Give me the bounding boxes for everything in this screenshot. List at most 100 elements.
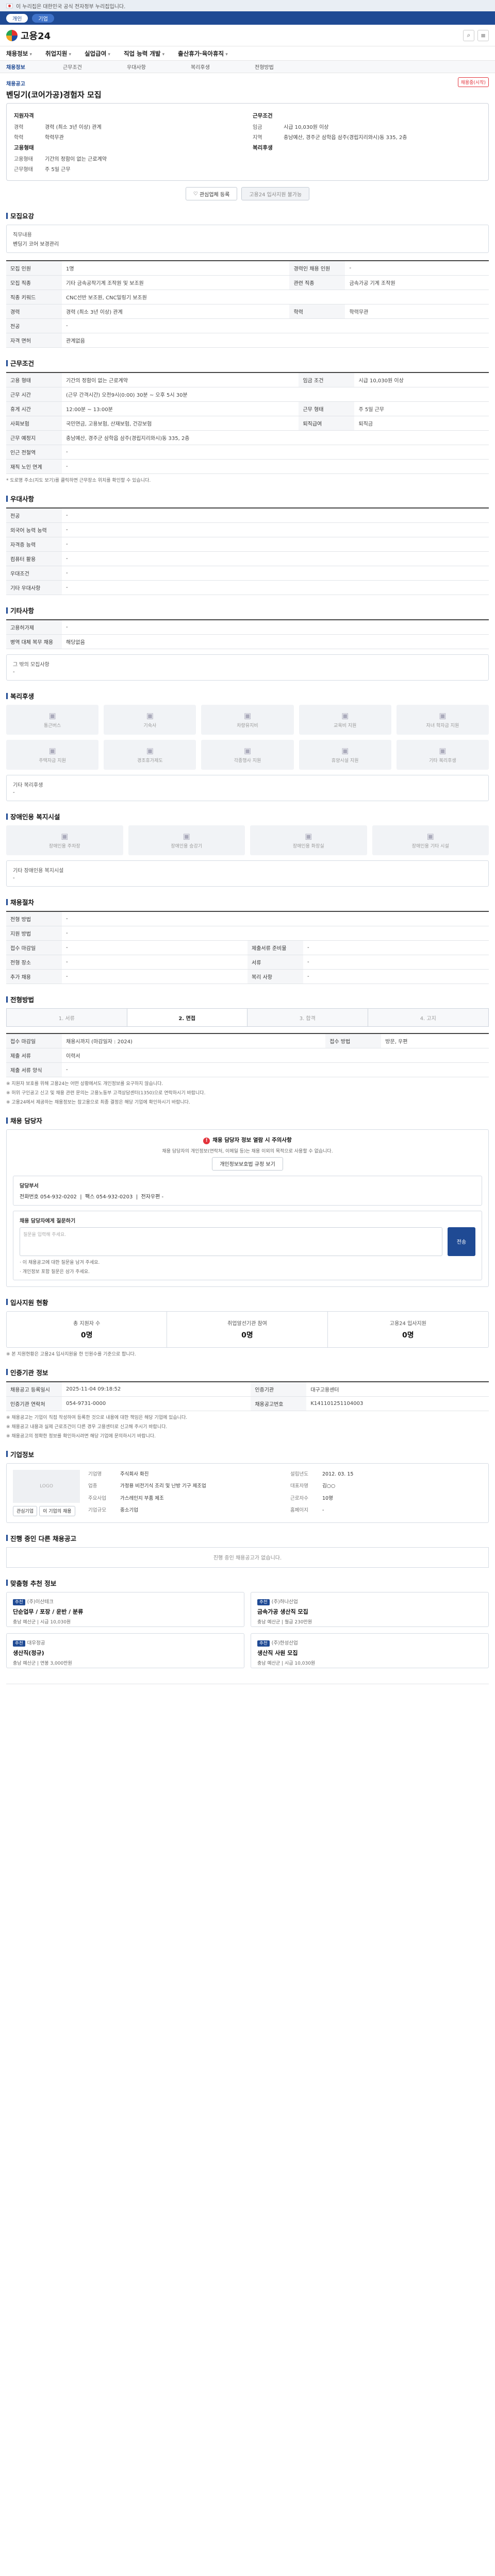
cell-value: 충남예산, 경주군 삼학읍 삼주(경립지리와시)동 335, 2층 <box>62 430 489 445</box>
cell-value: - <box>62 926 489 941</box>
logo[interactable]: 고용24 <box>6 29 51 42</box>
cell-value: 이력서 <box>62 1048 489 1063</box>
question-input[interactable]: 질문을 입력해 주세요. <box>20 1227 442 1256</box>
rec-card[interactable]: 추천 (주)하나산업 금속가공 생산직 모집 충남 예산군 | 월급 230만원 <box>251 1591 489 1627</box>
cell-header: 임금 조건 <box>299 372 355 387</box>
corp-field-key: 기업명 <box>88 1471 102 1477</box>
tab-conditions[interactable]: 근무조건 <box>63 63 127 71</box>
nav-item[interactable]: 출산휴가·육아휴직 <box>178 49 228 58</box>
company-jobs-button[interactable]: 이 기업의 채용 <box>39 1505 75 1516</box>
util-tab-company[interactable]: 기업 <box>32 13 54 23</box>
table-row: 전형 장소 - 서류 - <box>6 955 489 970</box>
heart-icon: ♡ <box>193 191 200 197</box>
fav-company-button[interactable]: 관심기업 <box>13 1505 38 1516</box>
table-row: 컴퓨터 활용 - <box>6 551 489 566</box>
phone-label: 전화번호 <box>20 1194 39 1200</box>
nav-item[interactable]: 직업 능력 개발 <box>124 49 164 58</box>
section-title: 진행 중인 다른 채용공고 <box>6 1533 489 1543</box>
cell-value: 시급 10,030원 이상 <box>354 372 489 387</box>
search-icon[interactable]: ⌕ <box>463 29 474 41</box>
table-row: 경력 경력 (최소 3년 이상) 관계 학력 학력무관 <box>6 304 489 319</box>
step-item: 1. 서류 <box>7 1009 127 1026</box>
rec-title: 생산직(정규) <box>13 1649 44 1656</box>
apply-button[interactable]: 고용24 입사지원 불가능 <box>241 187 310 200</box>
cell-value: 퇴직금 <box>354 416 489 431</box>
cell-value: - <box>62 1062 489 1077</box>
table-row: 우대조건 - <box>6 566 489 581</box>
process-steps: 1. 서류 2. 면접 3. 합격 4. 고지 <box>6 1008 489 1027</box>
interest-button[interactable]: ♡ 관심업체 등록 <box>185 187 238 200</box>
qa-note: · 이 채용공고에 대한 질문을 남겨 주세요. <box>20 1260 100 1265</box>
nav-item[interactable]: 취업지원 <box>45 49 71 58</box>
header: 고용24 ⌕ ≡ <box>0 25 495 46</box>
corp-field-value: 10명 <box>322 1495 333 1501</box>
privacy-law-button[interactable]: 개인정보보호법 규정 보기 <box>212 1157 283 1171</box>
tab-recruit[interactable]: 채용정보 <box>6 63 63 71</box>
table-row: 채용공고 등록일시 2025-11-04 09:18:52 인증기관 대구고용센터 <box>6 1381 489 1397</box>
summary-heading: 고용형태 <box>14 145 34 151</box>
recruit-table: 모집 인원 1명 경력인 채용 인원 - 모집 직종 기타 금속공작기계 조작원 및 보조… <box>6 260 489 348</box>
section-contact: 채용 담당자 채용 담당자 정보 열람 시 주의사항 채용 담당자의 개인정보(… <box>6 1115 489 1287</box>
breadcrumb: 채용공고 <box>6 81 25 87</box>
facility-label: 경조휴가제도 <box>137 758 163 764</box>
disabled-icons: ▣ 장애인용 주차장 ▣ 장애인용 승강기 ▣ 장애인용 화장실 ▣ 장애인용 기타 시설 <box>6 825 489 855</box>
cell-value: 관계없음 <box>62 333 489 348</box>
cell-header: 전공 <box>6 508 62 523</box>
facility-label: 장애인용 화장실 <box>292 844 324 849</box>
cell-value: - <box>62 911 489 926</box>
table-row: 고용 형태 기간의 정함이 없는 근로계약 임금 조건 시급 10,030원 이상 <box>6 372 489 387</box>
nav-item[interactable]: 실업급여 <box>85 49 110 58</box>
step-item: 4. 고지 <box>368 1009 488 1026</box>
welfare-item: ▣ 기숙사 <box>104 705 196 735</box>
facility-label: 휴양시설 지원 <box>331 758 359 764</box>
stat-cell: 취업알선기관 참여 0명 <box>167 1311 328 1347</box>
rec-meta: 충남 예산군 | 시급 10,030원 <box>13 1618 238 1625</box>
cell-value: - <box>345 261 489 276</box>
rec-title: 단순업무 / 포장 / 운반 / 분류 <box>13 1608 84 1615</box>
facility-icon: ▣ <box>305 832 312 841</box>
corp-field-value: 김○○ <box>322 1483 336 1489</box>
cell-header: 접수 마감일 <box>6 940 62 955</box>
contact-warning: 채용 담당자 정보 열람 시 주의사항 <box>13 1136 482 1144</box>
corp-field-value: 주식회사 화진 <box>120 1471 149 1477</box>
welfare-item: ▣ 휴양시설 지원 <box>299 740 391 770</box>
rec-card[interactable]: 추천 (주)한성산업 생산직 사원 모집 충남 예산군 | 시급 10,030원 <box>251 1633 489 1668</box>
section-pref: 우대사항 전공 - 외국어 능력 능력 - 자격증 능력 - 컴퓨터 활용 - 우대조건 - 기타 … <box>6 494 489 595</box>
rec-location: 충남 예산군 | <box>257 1619 285 1625</box>
cell-header: 인증기관 연락처 <box>6 1396 62 1411</box>
phone-value: 054-932-0202 <box>40 1194 77 1200</box>
job-desc-text: 벤딩기 코어 보경관리 <box>13 242 59 247</box>
tab-welfare[interactable]: 복리후생 <box>191 63 255 71</box>
corp-field-value: - <box>322 1507 324 1513</box>
section-title: 입사지원 현황 <box>6 1297 489 1307</box>
nav-item[interactable]: 채용정보 <box>6 49 32 58</box>
send-button[interactable]: 전송 <box>448 1227 475 1256</box>
cell-value: - <box>62 969 248 984</box>
rec-card[interactable]: 추천 (주)이산테크 단순업무 / 포장 / 운반 / 분류 충남 예산군 | 시급 … <box>6 1591 244 1627</box>
corp-field: 기업규모 중소기업 <box>88 1506 280 1516</box>
welfare-item: ▣ 경조휴가제도 <box>104 740 196 770</box>
contact-box: 채용 담당자 정보 열람 시 주의사항 채용 담당자의 개인정보(연락처, 이메… <box>6 1129 489 1287</box>
contact-info: 담당부서 전화번호 054-932-0202 | 팩스 054-932-0203… <box>13 1175 482 1206</box>
cell-header: 퇴직급여 <box>299 416 355 431</box>
other-extra: 그 밖의 모집사항 - <box>6 654 489 681</box>
cell-header: 컴퓨터 활용 <box>6 551 62 566</box>
corp-field-key: 설립년도 <box>290 1471 308 1477</box>
welfare-item: ▣ 교육비 지원 <box>299 705 391 735</box>
tab-preference[interactable]: 우대사항 <box>127 63 191 71</box>
rec-tag: 추천 <box>257 1640 270 1647</box>
kv-key: 지역 <box>253 135 262 141</box>
rec-card[interactable]: 추천 대우정공 생산직(정규) 충남 예산군 | 연봉 3,000만원 <box>6 1633 244 1668</box>
cell-header: 제출 서류 <box>6 1048 62 1063</box>
cell-value: 방문, 우편 <box>381 1033 489 1048</box>
tab-process[interactable]: 전형방법 <box>255 63 319 71</box>
menu-icon[interactable]: ≡ <box>477 29 489 41</box>
cell-header: 서류 <box>248 955 303 970</box>
rec-pay: 연봉 3,000만원 <box>40 1660 72 1666</box>
status-badge: 채용중(시작) <box>457 77 489 87</box>
table-row: 자격증 능력 - <box>6 537 489 552</box>
disabled-extra: 기타 장애인용 복지시설 - <box>6 860 489 887</box>
flag-icon <box>6 3 13 8</box>
table-row: 전공 - <box>6 508 489 523</box>
util-tab-personal[interactable]: 개인 <box>6 13 28 23</box>
